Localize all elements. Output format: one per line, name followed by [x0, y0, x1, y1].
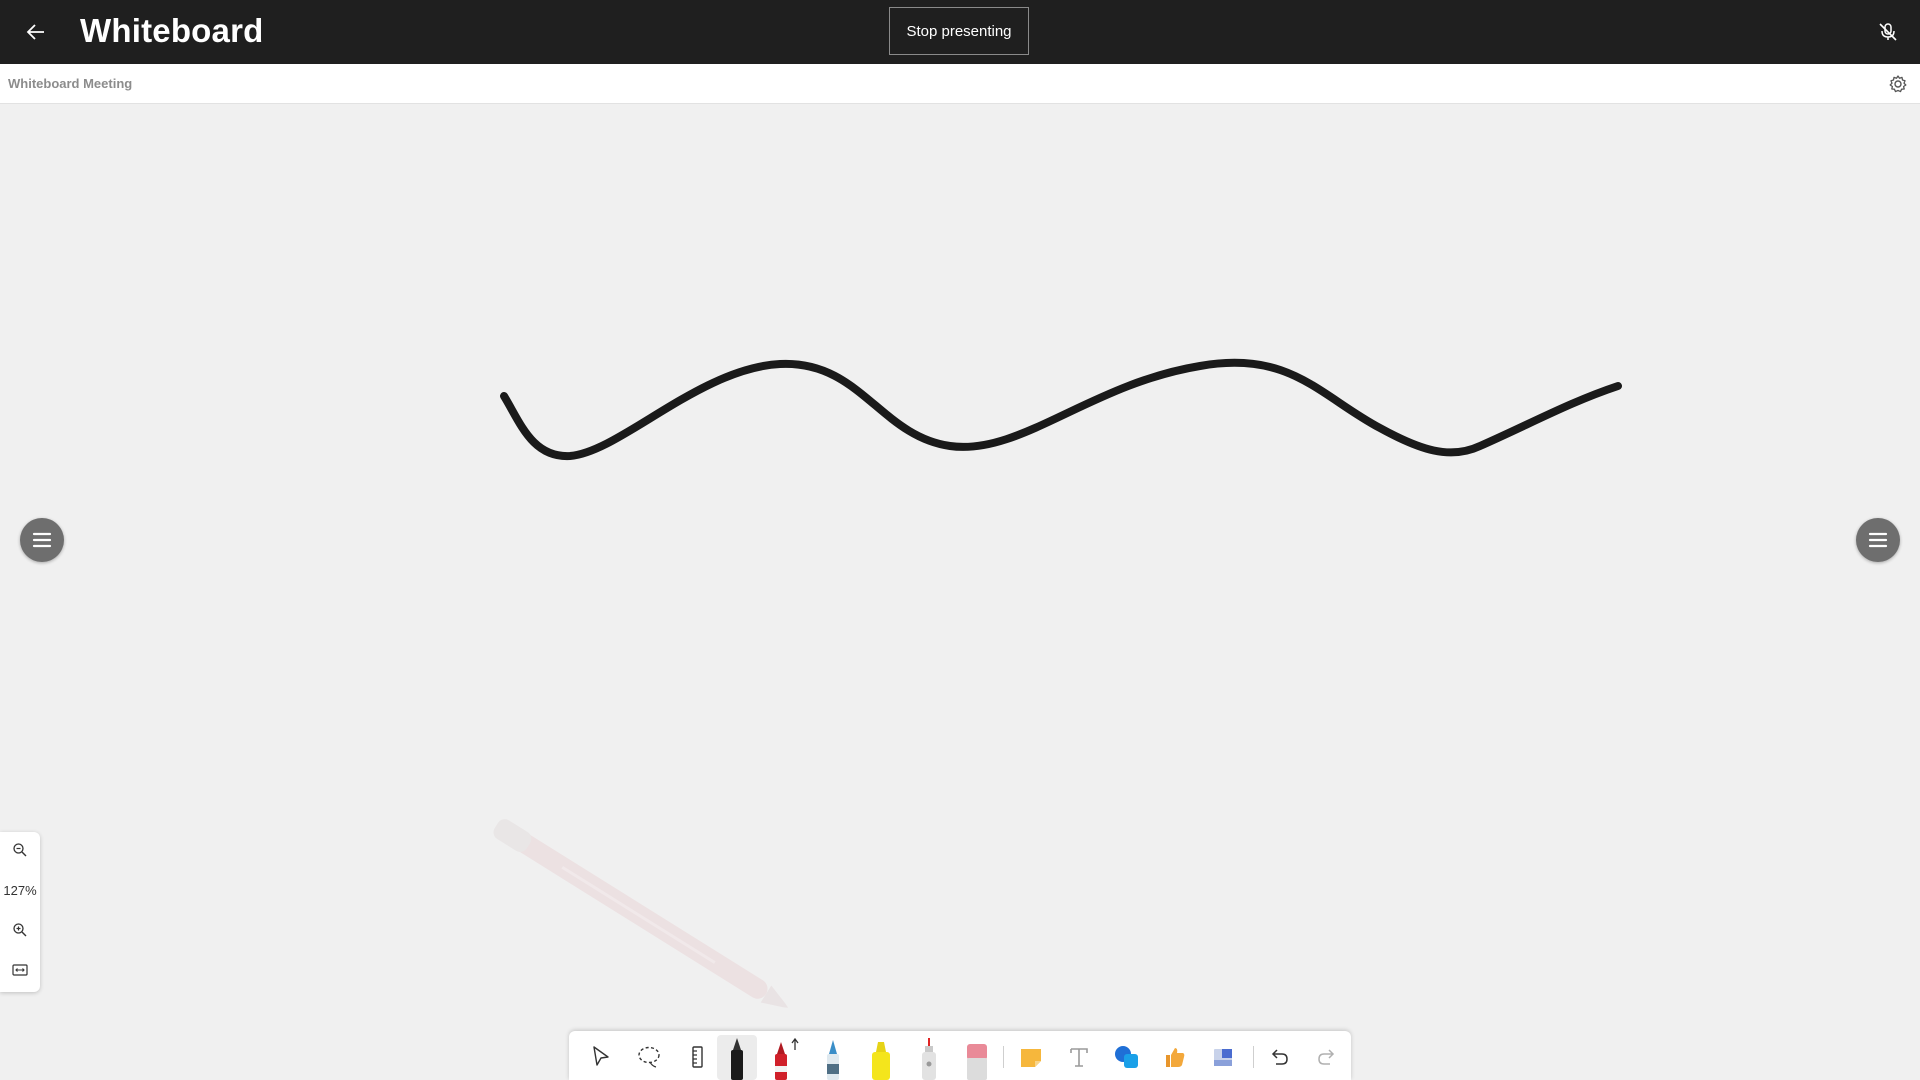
fit-to-screen-icon: [12, 964, 28, 976]
pen-icon: [775, 1037, 799, 1080]
ruler-tool[interactable]: [677, 1037, 717, 1077]
app-title: Whiteboard: [80, 12, 264, 49]
zoom-out-icon: [13, 843, 27, 857]
redo-button[interactable]: [1307, 1037, 1347, 1077]
blue-pen-tool[interactable]: [813, 1035, 853, 1080]
whiteboard-canvas[interactable]: [0, 104, 1920, 1080]
toolbar-divider: [1003, 1046, 1004, 1068]
meeting-info-bar: Whiteboard Meeting: [0, 64, 1920, 104]
fit-to-screen-button[interactable]: [0, 956, 40, 984]
mic-off-icon: [1879, 23, 1897, 41]
inking-toolbar: [569, 1031, 1351, 1080]
ink-stroke[interactable]: [500, 358, 1622, 461]
pen-icon: [827, 1039, 839, 1080]
zoom-in-icon: [13, 923, 27, 937]
undo-icon: [1271, 1049, 1288, 1065]
sticky-note-tool[interactable]: [1011, 1037, 1051, 1077]
zoom-controls: 127%: [0, 832, 40, 992]
lasso-icon: [638, 1046, 660, 1068]
pen-icon: [731, 1037, 743, 1080]
ruler-icon: [692, 1046, 703, 1068]
settings-button[interactable]: [1888, 74, 1908, 94]
menu-icon: [32, 532, 52, 548]
stylus-hint-illustration: [493, 819, 789, 1008]
sticky-note-icon: [1021, 1049, 1041, 1067]
lasso-tool[interactable]: [629, 1037, 669, 1077]
arrow-left-icon: [26, 24, 44, 40]
select-tool[interactable]: [581, 1037, 621, 1077]
red-pen-tool[interactable]: [765, 1035, 805, 1080]
text-icon: [1070, 1048, 1088, 1067]
zoom-in-button[interactable]: [0, 916, 40, 944]
right-side-menu-button[interactable]: [1856, 518, 1900, 562]
template-icon: [1214, 1049, 1232, 1066]
gear-icon: [1889, 75, 1907, 93]
top-bar: Whiteboard Stop presenting: [0, 0, 1920, 64]
mute-microphone-button[interactable]: [1874, 18, 1902, 46]
highlighter-tool[interactable]: [861, 1035, 901, 1080]
undo-button[interactable]: [1259, 1037, 1299, 1077]
laser-pointer-icon: [922, 1037, 936, 1080]
laser-pointer-tool[interactable]: [909, 1035, 949, 1080]
eraser-tool[interactable]: [957, 1035, 997, 1080]
black-pen-tool[interactable]: [717, 1035, 757, 1080]
redo-icon: [1318, 1049, 1335, 1065]
pointer-icon: [593, 1046, 609, 1066]
zoom-out-button[interactable]: [0, 836, 40, 864]
back-button[interactable]: [18, 14, 54, 50]
thumbs-up-icon: [1166, 1048, 1185, 1067]
meeting-name: Whiteboard Meeting: [8, 76, 133, 91]
menu-icon: [1868, 532, 1888, 548]
zoom-level: 127%: [3, 882, 37, 898]
text-tool[interactable]: [1059, 1037, 1099, 1077]
stop-presenting-button[interactable]: Stop presenting: [889, 7, 1029, 55]
left-side-menu-button[interactable]: [20, 518, 64, 562]
reactions-tool[interactable]: [1155, 1037, 1195, 1077]
canvas-drawing: [493, 358, 1622, 1008]
shapes-icon: [1115, 1046, 1138, 1068]
shapes-tool[interactable]: [1107, 1037, 1147, 1077]
toolbar-divider: [1253, 1046, 1254, 1068]
eraser-icon: [967, 1043, 987, 1080]
templates-tool[interactable]: [1203, 1037, 1243, 1077]
highlighter-icon: [872, 1041, 890, 1080]
